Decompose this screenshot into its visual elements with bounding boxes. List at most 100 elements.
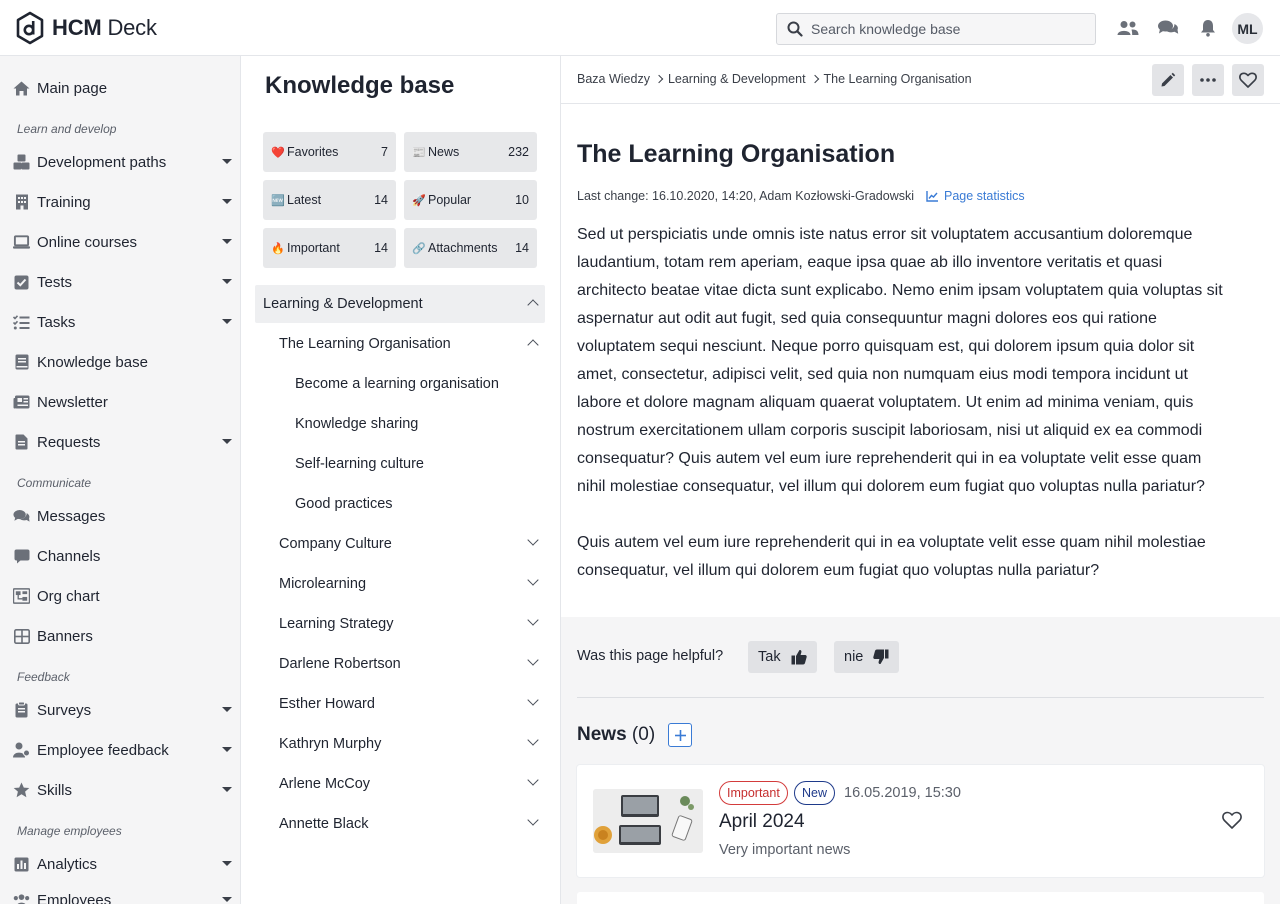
more-options-button[interactable]	[1192, 64, 1224, 96]
tree-item-label: The Learning Organisation	[279, 336, 451, 352]
tree-item-company-culture[interactable]: Company Culture	[255, 525, 545, 563]
caret-down-icon	[222, 439, 232, 444]
tree-item-darlene-robertson[interactable]: Darlene Robertson	[255, 645, 545, 683]
sidebar-item-analytics[interactable]: Analytics	[0, 846, 240, 882]
sidebar-item-newsletter[interactable]: Newsletter	[0, 384, 240, 420]
news-favorite-button[interactable]	[1222, 811, 1242, 834]
home-icon	[13, 80, 30, 97]
helpful-question: Was this page helpful?	[577, 648, 724, 664]
newspaper-icon	[13, 394, 30, 411]
chevron-down-icon[interactable]	[527, 654, 539, 666]
sidebar-item-channels[interactable]: Channels	[0, 538, 240, 574]
search-box[interactable]	[776, 13, 1096, 45]
sidebar-item-tasks[interactable]: Tasks	[0, 304, 240, 340]
sidebar-item-online-courses[interactable]: Online courses	[0, 224, 240, 260]
chevron-down-icon[interactable]	[527, 534, 539, 546]
chevron-down-icon[interactable]	[527, 694, 539, 706]
vote-yes-button[interactable]: Tak	[748, 641, 817, 673]
chevron-down-icon[interactable]	[527, 574, 539, 586]
chip-attachments[interactable]: 🔗 Attachments 14	[404, 228, 537, 268]
sidebar-item-skills[interactable]: Skills	[0, 772, 240, 808]
chevron-down-icon[interactable]	[527, 814, 539, 826]
news-card[interactable]: Important New 16.05.2019, 15:30 April 20…	[577, 765, 1264, 877]
cubes-icon	[13, 154, 30, 171]
comment-icon	[13, 548, 30, 565]
sidebar-item-employee-feedback[interactable]: Employee feedback	[0, 732, 240, 768]
tree-item-annette-black[interactable]: Annette Black	[255, 805, 545, 843]
chevron-down-icon[interactable]	[527, 614, 539, 626]
chip-news[interactable]: 📰 News 232	[404, 132, 537, 172]
tree-item-label: Company Culture	[279, 536, 392, 552]
article-title: The Learning Organisation	[577, 140, 896, 168]
sidebar-item-knowledge-base[interactable]: Knowledge base	[0, 344, 240, 380]
sidebar-item-label: Training	[37, 193, 91, 211]
tree-item-label: Good practices	[295, 496, 393, 512]
bell-icon[interactable]	[1197, 18, 1219, 38]
sidebar-item-development-paths[interactable]: Development paths	[0, 144, 240, 180]
sidebar-item-label: Org chart	[37, 587, 100, 605]
app-logo[interactable]: HCM Deck	[15, 11, 157, 45]
sidebar-item-main-page[interactable]: Main page	[0, 70, 240, 106]
sidebar-item-requests[interactable]: Requests	[0, 424, 240, 460]
chevron-up-icon[interactable]	[527, 299, 539, 311]
sidebar-item-label: Development paths	[37, 153, 167, 171]
sidebar-item-employees[interactable]: Employees	[0, 882, 240, 904]
sidebar-item-org-chart[interactable]: Org chart	[0, 578, 240, 614]
add-news-button[interactable]	[668, 723, 692, 747]
chip-count: 232	[508, 145, 529, 159]
sidebar-item-messages[interactable]: Messages	[0, 498, 240, 534]
breadcrumb-item[interactable]: Learning & Development	[668, 72, 806, 86]
edit-button[interactable]	[1152, 64, 1184, 96]
tree-item-learning-organisation[interactable]: The Learning Organisation	[255, 325, 545, 363]
app-name: HCM Deck	[52, 15, 157, 40]
chevron-down-icon[interactable]	[527, 774, 539, 786]
news-card-partial[interactable]	[577, 892, 1264, 904]
tree-item-arlene-mccoy[interactable]: Arlene McCoy	[255, 765, 545, 803]
sidebar-section-heading: Manage employees	[17, 824, 122, 838]
breadcrumb-item[interactable]: Baza Wiedzy	[577, 72, 650, 86]
chip-latest[interactable]: 🆕 Latest 14	[263, 180, 396, 220]
tree-item-good-practices[interactable]: Good practices	[255, 485, 545, 523]
chip-important[interactable]: 🔥 Important 14	[263, 228, 396, 268]
chip-popular[interactable]: 🚀 Popular 10	[404, 180, 537, 220]
page-statistics-link[interactable]: Page statistics	[926, 189, 1025, 203]
tree-item-learning-strategy[interactable]: Learning Strategy	[255, 605, 545, 643]
tree-item-knowledge-sharing[interactable]: Knowledge sharing	[255, 405, 545, 443]
top-bar: HCM Deck ML	[0, 0, 1280, 56]
sidebar-item-banners[interactable]: Banners	[0, 618, 240, 654]
search-input[interactable]	[811, 21, 1081, 37]
news-title[interactable]: April 2024	[719, 811, 805, 833]
tree-item-learning-development[interactable]: Learning & Development	[255, 285, 545, 323]
sidebar-item-tests[interactable]: Tests	[0, 264, 240, 300]
users-icon[interactable]	[1117, 18, 1139, 38]
chip-label: Latest	[287, 193, 322, 207]
sidebar-item-training[interactable]: Training	[0, 184, 240, 220]
tree-item-microlearning[interactable]: Microlearning	[255, 565, 545, 603]
tree-item-become-learning-organisation[interactable]: Become a learning organisation	[255, 365, 545, 403]
tree-item-kathryn-murphy[interactable]: Kathryn Murphy	[255, 725, 545, 763]
chevron-right-icon	[810, 74, 819, 84]
article-footer: Was this page helpful? Tak nie News (0)	[561, 617, 1280, 904]
chevron-down-icon[interactable]	[527, 734, 539, 746]
sidebar: Main page Learn and develop Development …	[0, 56, 241, 904]
favorite-button[interactable]	[1232, 64, 1264, 96]
vote-no-button[interactable]: nie	[834, 641, 900, 673]
sidebar-item-label: Online courses	[37, 233, 138, 251]
tree-item-label: Esther Howard	[279, 696, 375, 712]
sidebar-item-label: Skills	[37, 781, 73, 799]
chip-favorites[interactable]: ❤️ Favorites 7	[263, 132, 396, 172]
news-date: 16.05.2019, 15:30	[844, 785, 961, 801]
tree-item-esther-howard[interactable]: Esther Howard	[255, 685, 545, 723]
chat-icon[interactable]	[1157, 18, 1179, 38]
tree-item-label: Arlene McCoy	[279, 776, 371, 792]
user-avatar[interactable]: ML	[1232, 13, 1263, 44]
check-square-icon	[13, 274, 30, 291]
grid-icon	[13, 628, 30, 645]
chevron-up-icon[interactable]	[527, 339, 539, 351]
comments-icon	[13, 508, 30, 525]
star-icon	[13, 782, 30, 799]
thumbs-up-icon	[791, 649, 807, 665]
sidebar-item-surveys[interactable]: Surveys	[0, 692, 240, 728]
sidebar-item-label: Tasks	[37, 313, 76, 331]
tree-item-self-learning-culture[interactable]: Self-learning culture	[255, 445, 545, 483]
